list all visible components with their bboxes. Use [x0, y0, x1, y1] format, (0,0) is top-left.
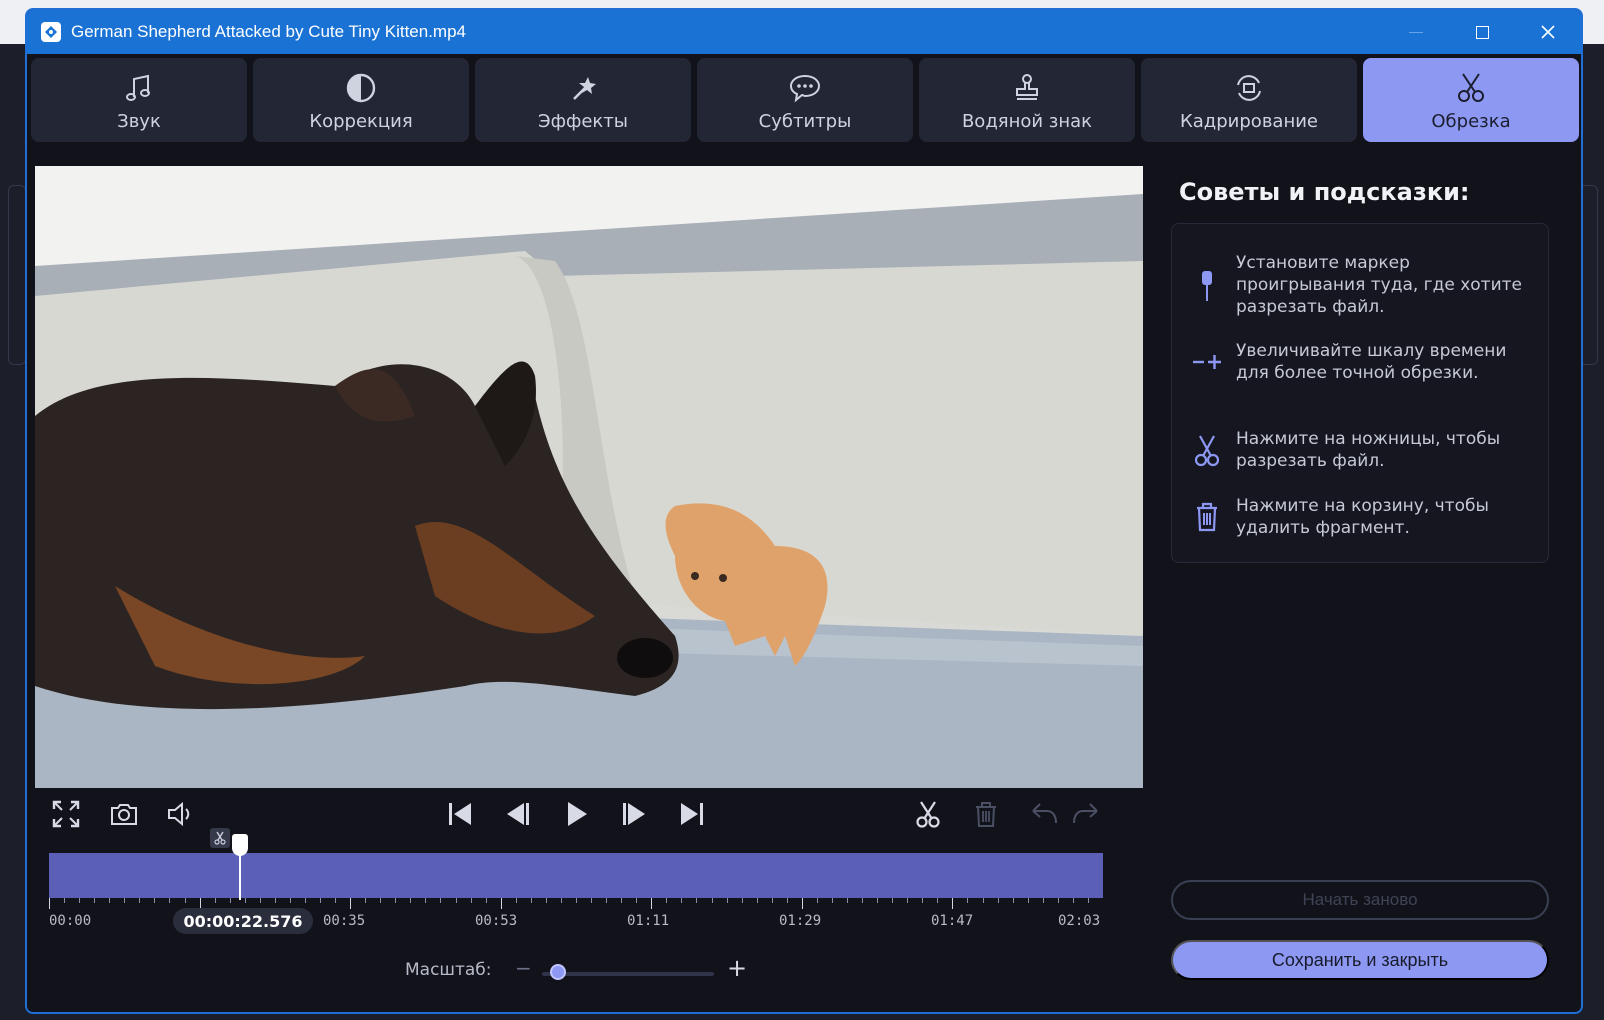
tip-trash: Нажмите на корзину, чтобы удалить фрагме…	[1192, 495, 1532, 539]
volume-button[interactable]	[163, 794, 197, 834]
next-frame-button[interactable]	[617, 794, 651, 834]
play-icon	[568, 802, 587, 826]
camera-icon	[111, 804, 137, 825]
zoom-out-button[interactable]: −	[515, 956, 532, 980]
background-sidebar	[8, 185, 26, 365]
tab-effects[interactable]: Эффекты	[475, 58, 691, 142]
tab-sound[interactable]: Звук	[31, 58, 247, 142]
trim-dialog: German Shepherd Attacked by Cute Tiny Ki…	[25, 8, 1583, 1014]
tip-scissors: Нажмите на ножницы, чтобы разрезать файл…	[1192, 428, 1532, 472]
zoom-slider-track[interactable]	[542, 972, 714, 976]
split-marker[interactable]	[210, 828, 230, 848]
tick-label: 02:03	[1058, 913, 1101, 929]
tab-crop[interactable]: Кадрирование	[1141, 58, 1357, 142]
window-title: German Shepherd Attacked by Cute Tiny Ki…	[71, 22, 466, 41]
tip-zoom-text: Увеличивайте шкалу времени для более точ…	[1236, 341, 1507, 383]
timeline-track[interactable]	[49, 853, 1103, 897]
current-time-readout: 00:00:22.576	[173, 908, 313, 934]
delete-fragment-button[interactable]	[969, 794, 1003, 834]
split-button[interactable]	[911, 794, 945, 834]
tab-subtitles[interactable]: Субтитры	[697, 58, 913, 142]
speaker-icon	[168, 801, 190, 827]
app-logo-icon	[41, 22, 61, 42]
skip-start-icon	[449, 803, 471, 825]
playhead-handle[interactable]	[232, 834, 248, 856]
tab-crop-label: Кадрирование	[1180, 110, 1318, 132]
marker-icon	[1202, 271, 1212, 301]
zoom-in-button[interactable]: +	[727, 954, 747, 982]
tip-scissors-text: Нажмите на ножницы, чтобы разрезать файл…	[1236, 429, 1501, 471]
maximize-button[interactable]	[1449, 10, 1515, 54]
magic-wand-icon	[573, 76, 596, 100]
tab-watermark[interactable]: Водяной знак	[919, 58, 1135, 142]
tick-label: 01:11	[627, 913, 670, 929]
scissors-icon	[916, 801, 940, 828]
tab-trim-label: Обрезка	[1431, 110, 1511, 132]
crop-rotate-icon	[1237, 74, 1261, 101]
redo-icon	[1073, 803, 1098, 824]
tip-marker: Установите маркер проигрывания туда, где…	[1192, 252, 1532, 318]
step-back-icon	[507, 803, 529, 825]
tab-watermark-label: Водяной знак	[961, 110, 1093, 132]
tab-effects-label: Эффекты	[538, 110, 628, 132]
minimize-icon	[1409, 31, 1423, 33]
tab-correction[interactable]: Коррекция	[253, 58, 469, 142]
tip-marker-text: Установите маркер проигрывания туда, где…	[1236, 253, 1522, 317]
trash-icon	[1197, 502, 1217, 532]
redo-button[interactable]	[1069, 794, 1103, 834]
tips-box: Установите маркер проигрывания туда, где…	[1171, 223, 1549, 563]
save-and-close-button[interactable]: Сохранить и закрыть	[1171, 940, 1549, 980]
trash-icon	[976, 802, 996, 827]
stamp-icon	[1016, 73, 1038, 100]
maximize-icon	[1475, 25, 1489, 39]
skip-end-icon	[681, 803, 703, 825]
zoom-timeline-icon	[1193, 355, 1221, 369]
tick-label: 00:35	[323, 913, 366, 929]
tip-trash-text: Нажмите на корзину, чтобы удалить фрагме…	[1236, 496, 1489, 538]
previous-frame-button[interactable]	[501, 794, 535, 834]
title-bar: German Shepherd Attacked by Cute Tiny Ki…	[27, 10, 1581, 54]
go-to-end-button[interactable]	[675, 794, 709, 834]
play-button[interactable]	[559, 794, 593, 834]
tool-tabs: Звук Коррекция Эффекты Субтитры Водяной …	[31, 58, 1579, 142]
speech-bubble-icon	[789, 74, 821, 102]
video-preview[interactable]	[35, 166, 1143, 788]
step-forward-icon	[623, 803, 645, 825]
tick-label: 00:00	[49, 913, 92, 929]
go-to-start-button[interactable]	[443, 794, 477, 834]
tips-title: Советы и подсказки:	[1179, 178, 1470, 206]
snapshot-button[interactable]	[107, 794, 141, 834]
tick-label: 01:47	[931, 913, 974, 929]
tab-trim[interactable]: Обрезка	[1363, 58, 1579, 142]
zoom-label: Масштаб:	[405, 960, 492, 980]
undo-button[interactable]	[1027, 794, 1061, 834]
close-icon	[1541, 25, 1555, 39]
tab-subtitles-label: Субтитры	[758, 110, 852, 132]
tip-zoom: Увеличивайте шкалу времени для более точ…	[1192, 340, 1532, 384]
fullscreen-button[interactable]	[49, 794, 83, 834]
tab-sound-label: Звук	[117, 110, 161, 132]
scissors-icon	[214, 831, 226, 845]
tick-label: 00:53	[475, 913, 518, 929]
music-note-icon	[126, 74, 150, 101]
contrast-icon	[346, 73, 376, 102]
undo-icon	[1032, 803, 1057, 824]
video-frame-image	[35, 166, 1143, 788]
scissors-icon	[1194, 435, 1220, 467]
close-button[interactable]	[1515, 10, 1581, 54]
zoom-slider-thumb[interactable]	[549, 964, 566, 980]
restart-button[interactable]: Начать заново	[1171, 880, 1549, 920]
scissors-icon	[1458, 72, 1484, 102]
fullscreen-icon	[52, 800, 80, 828]
minimize-button[interactable]	[1383, 10, 1449, 54]
tab-correction-label: Коррекция	[309, 110, 413, 132]
tick-label: 01:29	[779, 913, 822, 929]
